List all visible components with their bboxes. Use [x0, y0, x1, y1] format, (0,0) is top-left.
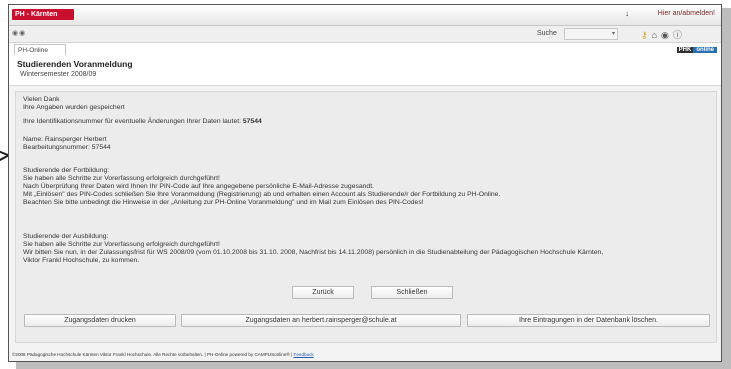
brand-logo[interactable]: PH - Kärnten — [12, 9, 74, 20]
arrow-down-icon: ↓ — [625, 9, 629, 18]
id-line: Ihre Identifikationsnummer für eventuell… — [23, 118, 262, 126]
phk-label: PHK — [676, 47, 694, 53]
toolbar: ◉◉ Suche ▾ ⚷⌂◉ⓘ — [9, 26, 721, 43]
info-icon[interactable]: ⓘ — [673, 30, 686, 40]
page-title: Studierenden Voranmeldung — [17, 59, 133, 69]
name-block: Name: Rainsperger Herbert Bearbeitungsnu… — [23, 136, 111, 151]
online-label: online — [693, 47, 717, 53]
back-button[interactable]: Zurück — [292, 286, 354, 299]
page-header: Studierenden Voranmeldung Wintersemester… — [9, 56, 721, 86]
toolbar-icons: ⚷⌂◉ⓘ — [641, 28, 686, 41]
brand-label: PH - Kärnten — [15, 11, 58, 18]
footer-text: ©2008 Pädagogische Hochschule Kärnten Vi… — [12, 352, 294, 357]
thanks-text: Vielen Dank Ihre Angaben wurden gespeich… — [23, 96, 125, 111]
ausbildung-text: Studierende der Ausbildung: Sie haben al… — [23, 233, 604, 264]
confirmation-panel: Vielen Dank Ihre Angaben wurden gespeich… — [15, 91, 717, 343]
window-shadow — [721, 8, 731, 369]
feedback-link[interactable]: Feedback — [294, 352, 314, 357]
tab-ph-online[interactable]: PH-Online — [14, 44, 66, 55]
target-icon[interactable]: ◉ — [661, 30, 673, 40]
search-label: Suche — [537, 30, 557, 37]
nav-icons[interactable]: ◉◉ — [12, 29, 26, 37]
close-button[interactable]: Schließen — [371, 286, 453, 299]
id-text: Ihre Identifikationsnummer für eventuell… — [23, 118, 243, 125]
key-icon[interactable]: ⚷ — [641, 30, 652, 40]
search-select[interactable]: ▾ — [564, 28, 618, 40]
login-logout-link[interactable]: Hier an/abmelden! — [658, 10, 715, 17]
browser-window: PH - Kärnten ↓ Hier an/abmelden! ◉◉ Such… — [8, 4, 722, 362]
chevron-down-icon: ▾ — [611, 31, 615, 37]
print-credentials-button[interactable]: Zugangsdaten drucken — [24, 314, 176, 327]
send-credentials-button[interactable]: Zugangsdaten an herbert.rainsperger@schu… — [181, 314, 461, 327]
footer: ©2008 Pädagogische Hochschule Kärnten Vi… — [9, 350, 721, 360]
home-icon[interactable]: ⌂ — [652, 30, 661, 40]
page-subtitle: Wintersemester 2008/09 — [20, 71, 97, 78]
phk-online-badge: PHK online — [676, 46, 717, 54]
delete-entries-button[interactable]: Ihre Eintragungen in der Datenbank lösch… — [467, 314, 710, 327]
tab-bar: PH-Online PHK online — [9, 43, 721, 56]
title-bar: PH - Kärnten ↓ Hier an/abmelden! — [9, 5, 721, 26]
fortbildung-text: Studierende der Fortbildung: Sie haben a… — [23, 167, 501, 206]
id-number: 57544 — [242, 118, 262, 125]
